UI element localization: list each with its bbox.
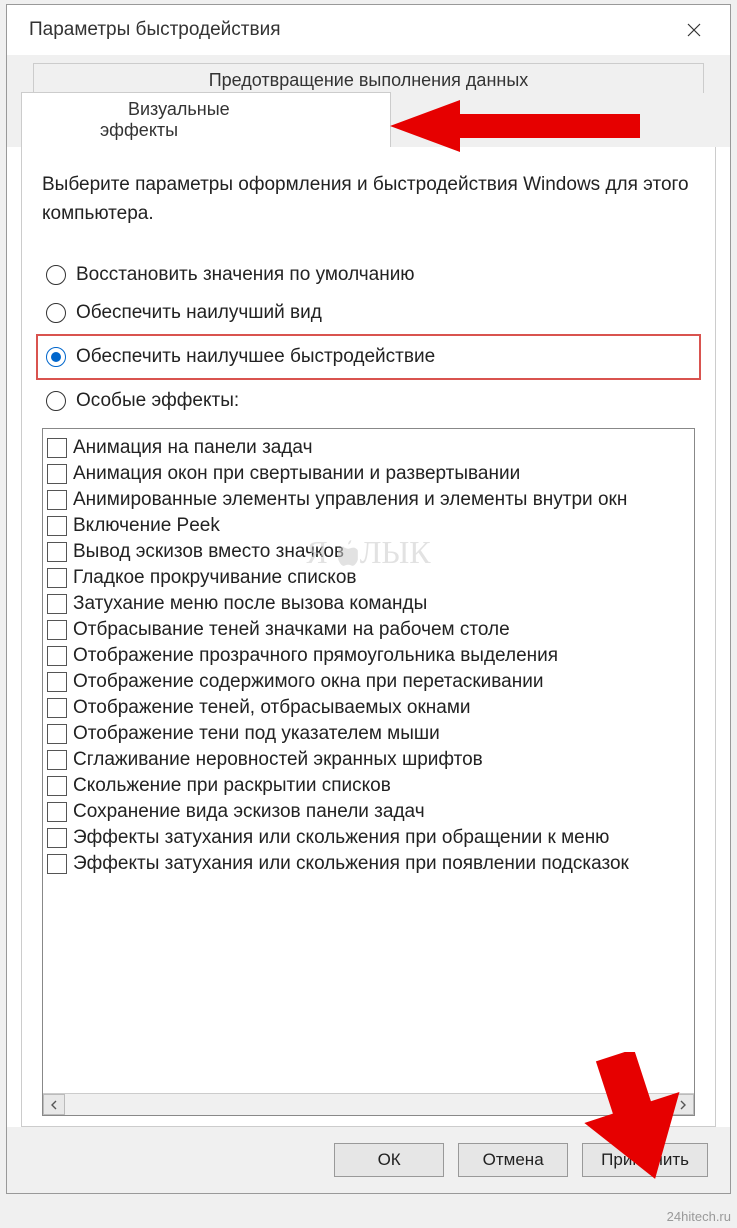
effect-label: Анимированные элементы управления и элем…	[73, 489, 627, 511]
effect-label: Эффекты затухания или скольжения при обр…	[73, 827, 609, 849]
effect-item[interactable]: Затухание меню после вызова команды	[47, 591, 690, 617]
effect-label: Сохранение вида эскизов панели задач	[73, 801, 425, 823]
ok-button[interactable]: ОК	[334, 1143, 444, 1177]
checkbox-icon[interactable]	[47, 698, 67, 718]
effect-item[interactable]: Отображение тени под указателем мыши	[47, 721, 690, 747]
checkbox-icon[interactable]	[47, 490, 67, 510]
performance-options-window: Параметры быстродействия Предотвращение …	[6, 4, 731, 1194]
tab-visual-effects[interactable]: Визуальные эффекты	[21, 92, 391, 147]
effect-item[interactable]: Отображение содержимого окна при перетас…	[47, 669, 690, 695]
effect-item[interactable]: Включение Peek	[47, 513, 690, 539]
checkbox-icon[interactable]	[47, 516, 67, 536]
radio-icon	[46, 391, 66, 411]
window-title: Параметры быстродействия	[29, 19, 280, 41]
intro-text: Выберите параметры оформления и быстроде…	[42, 171, 695, 228]
effect-item[interactable]: Эффекты затухания или скольжения при обр…	[47, 825, 690, 851]
checkbox-icon[interactable]	[47, 438, 67, 458]
checkbox-icon[interactable]	[47, 802, 67, 822]
effect-label: Гладкое прокручивание списков	[73, 567, 357, 589]
radio-restore-defaults[interactable]: Восстановить значения по умолчанию	[42, 256, 695, 294]
close-icon	[687, 23, 701, 37]
effect-item[interactable]: Анимация на панели задач	[47, 435, 690, 461]
effect-item[interactable]: Сглаживание неровностей экранных шрифтов	[47, 747, 690, 773]
checkbox-icon[interactable]	[47, 594, 67, 614]
radio-icon	[46, 303, 66, 323]
effect-item[interactable]: Отбрасывание теней значками на рабочем с…	[47, 617, 690, 643]
radio-label: Обеспечить наилучший вид	[76, 302, 322, 324]
effect-label: Эффекты затухания или скольжения при поя…	[73, 853, 629, 875]
checkbox-icon[interactable]	[47, 828, 67, 848]
effect-item[interactable]: Скольжение при раскрытии списков	[47, 773, 690, 799]
radio-label: Обеспечить наилучшее быстродействие	[76, 346, 435, 368]
checkbox-icon[interactable]	[47, 542, 67, 562]
effect-item[interactable]: Гладкое прокручивание списков	[47, 565, 690, 591]
tab-dep[interactable]: Предотвращение выполнения данных	[33, 63, 704, 93]
effect-label: Включение Peek	[73, 515, 220, 537]
effect-item[interactable]: Вывод эскизов вместо значков	[47, 539, 690, 565]
checkbox-icon[interactable]	[47, 776, 67, 796]
effect-label: Отображение содержимого окна при перетас…	[73, 671, 543, 693]
effect-item[interactable]: Анимированные элементы управления и элем…	[47, 487, 690, 513]
effect-label: Анимация на панели задач	[73, 437, 313, 459]
radio-label: Особые эффекты:	[76, 390, 239, 412]
effect-label: Скольжение при раскрытии списков	[73, 775, 391, 797]
checkbox-icon[interactable]	[47, 620, 67, 640]
effect-label: Отображение прозрачного прямоугольника в…	[73, 645, 558, 667]
checkbox-icon[interactable]	[47, 646, 67, 666]
effects-container: Анимация на панели задач Анимация окон пр…	[43, 429, 694, 1093]
effect-label: Отображение тени под указателем мыши	[73, 723, 440, 745]
checkbox-icon[interactable]	[47, 464, 67, 484]
effect-label: Отбрасывание теней значками на рабочем с…	[73, 619, 510, 641]
effect-label: Затухание меню после вызова команды	[73, 593, 427, 615]
annotation-arrow-tabs	[390, 96, 640, 156]
effect-item[interactable]: Отображение прозрачного прямоугольника в…	[47, 643, 690, 669]
annotation-arrow-apply	[575, 1052, 685, 1182]
effect-label: Сглаживание неровностей экранных шрифтов	[73, 749, 483, 771]
checkbox-icon[interactable]	[47, 568, 67, 588]
effect-item[interactable]: Эффекты затухания или скольжения при поя…	[47, 851, 690, 877]
close-button[interactable]	[674, 15, 714, 45]
checkbox-icon[interactable]	[47, 672, 67, 692]
chevron-left-icon	[50, 1100, 58, 1110]
effect-item[interactable]: Отображение теней, отбрасываемых окнами	[47, 695, 690, 721]
radio-icon-checked	[46, 347, 66, 367]
tab-content: Выберите параметры оформления и быстроде…	[21, 147, 716, 1127]
effect-item[interactable]: Сохранение вида эскизов панели задач	[47, 799, 690, 825]
checkbox-icon[interactable]	[47, 750, 67, 770]
radio-custom[interactable]: Особые эффекты:	[42, 382, 695, 420]
radio-best-performance[interactable]: Обеспечить наилучшее быстродействие	[36, 334, 701, 380]
effects-listbox[interactable]: Анимация на панели задач Анимация окон пр…	[42, 428, 695, 1116]
checkbox-icon[interactable]	[47, 724, 67, 744]
effect-label: Вывод эскизов вместо значков	[73, 541, 344, 563]
scroll-left-button[interactable]	[43, 1094, 65, 1115]
radio-icon	[46, 265, 66, 285]
effect-label: Анимация окон при свертывании и разверты…	[73, 463, 520, 485]
tab-visual-effects-label: Визуальные эффекты	[100, 99, 230, 140]
titlebar: Параметры быстродействия	[7, 5, 730, 55]
source-caption: 24hitech.ru	[667, 1209, 731, 1224]
checkbox-icon[interactable]	[47, 854, 67, 874]
effect-item[interactable]: Анимация окон при свертывании и разверты…	[47, 461, 690, 487]
effect-label: Отображение теней, отбрасываемых окнами	[73, 697, 471, 719]
radio-best-appearance[interactable]: Обеспечить наилучший вид	[42, 294, 695, 332]
radio-label: Восстановить значения по умолчанию	[76, 264, 415, 286]
cancel-button[interactable]: Отмена	[458, 1143, 568, 1177]
